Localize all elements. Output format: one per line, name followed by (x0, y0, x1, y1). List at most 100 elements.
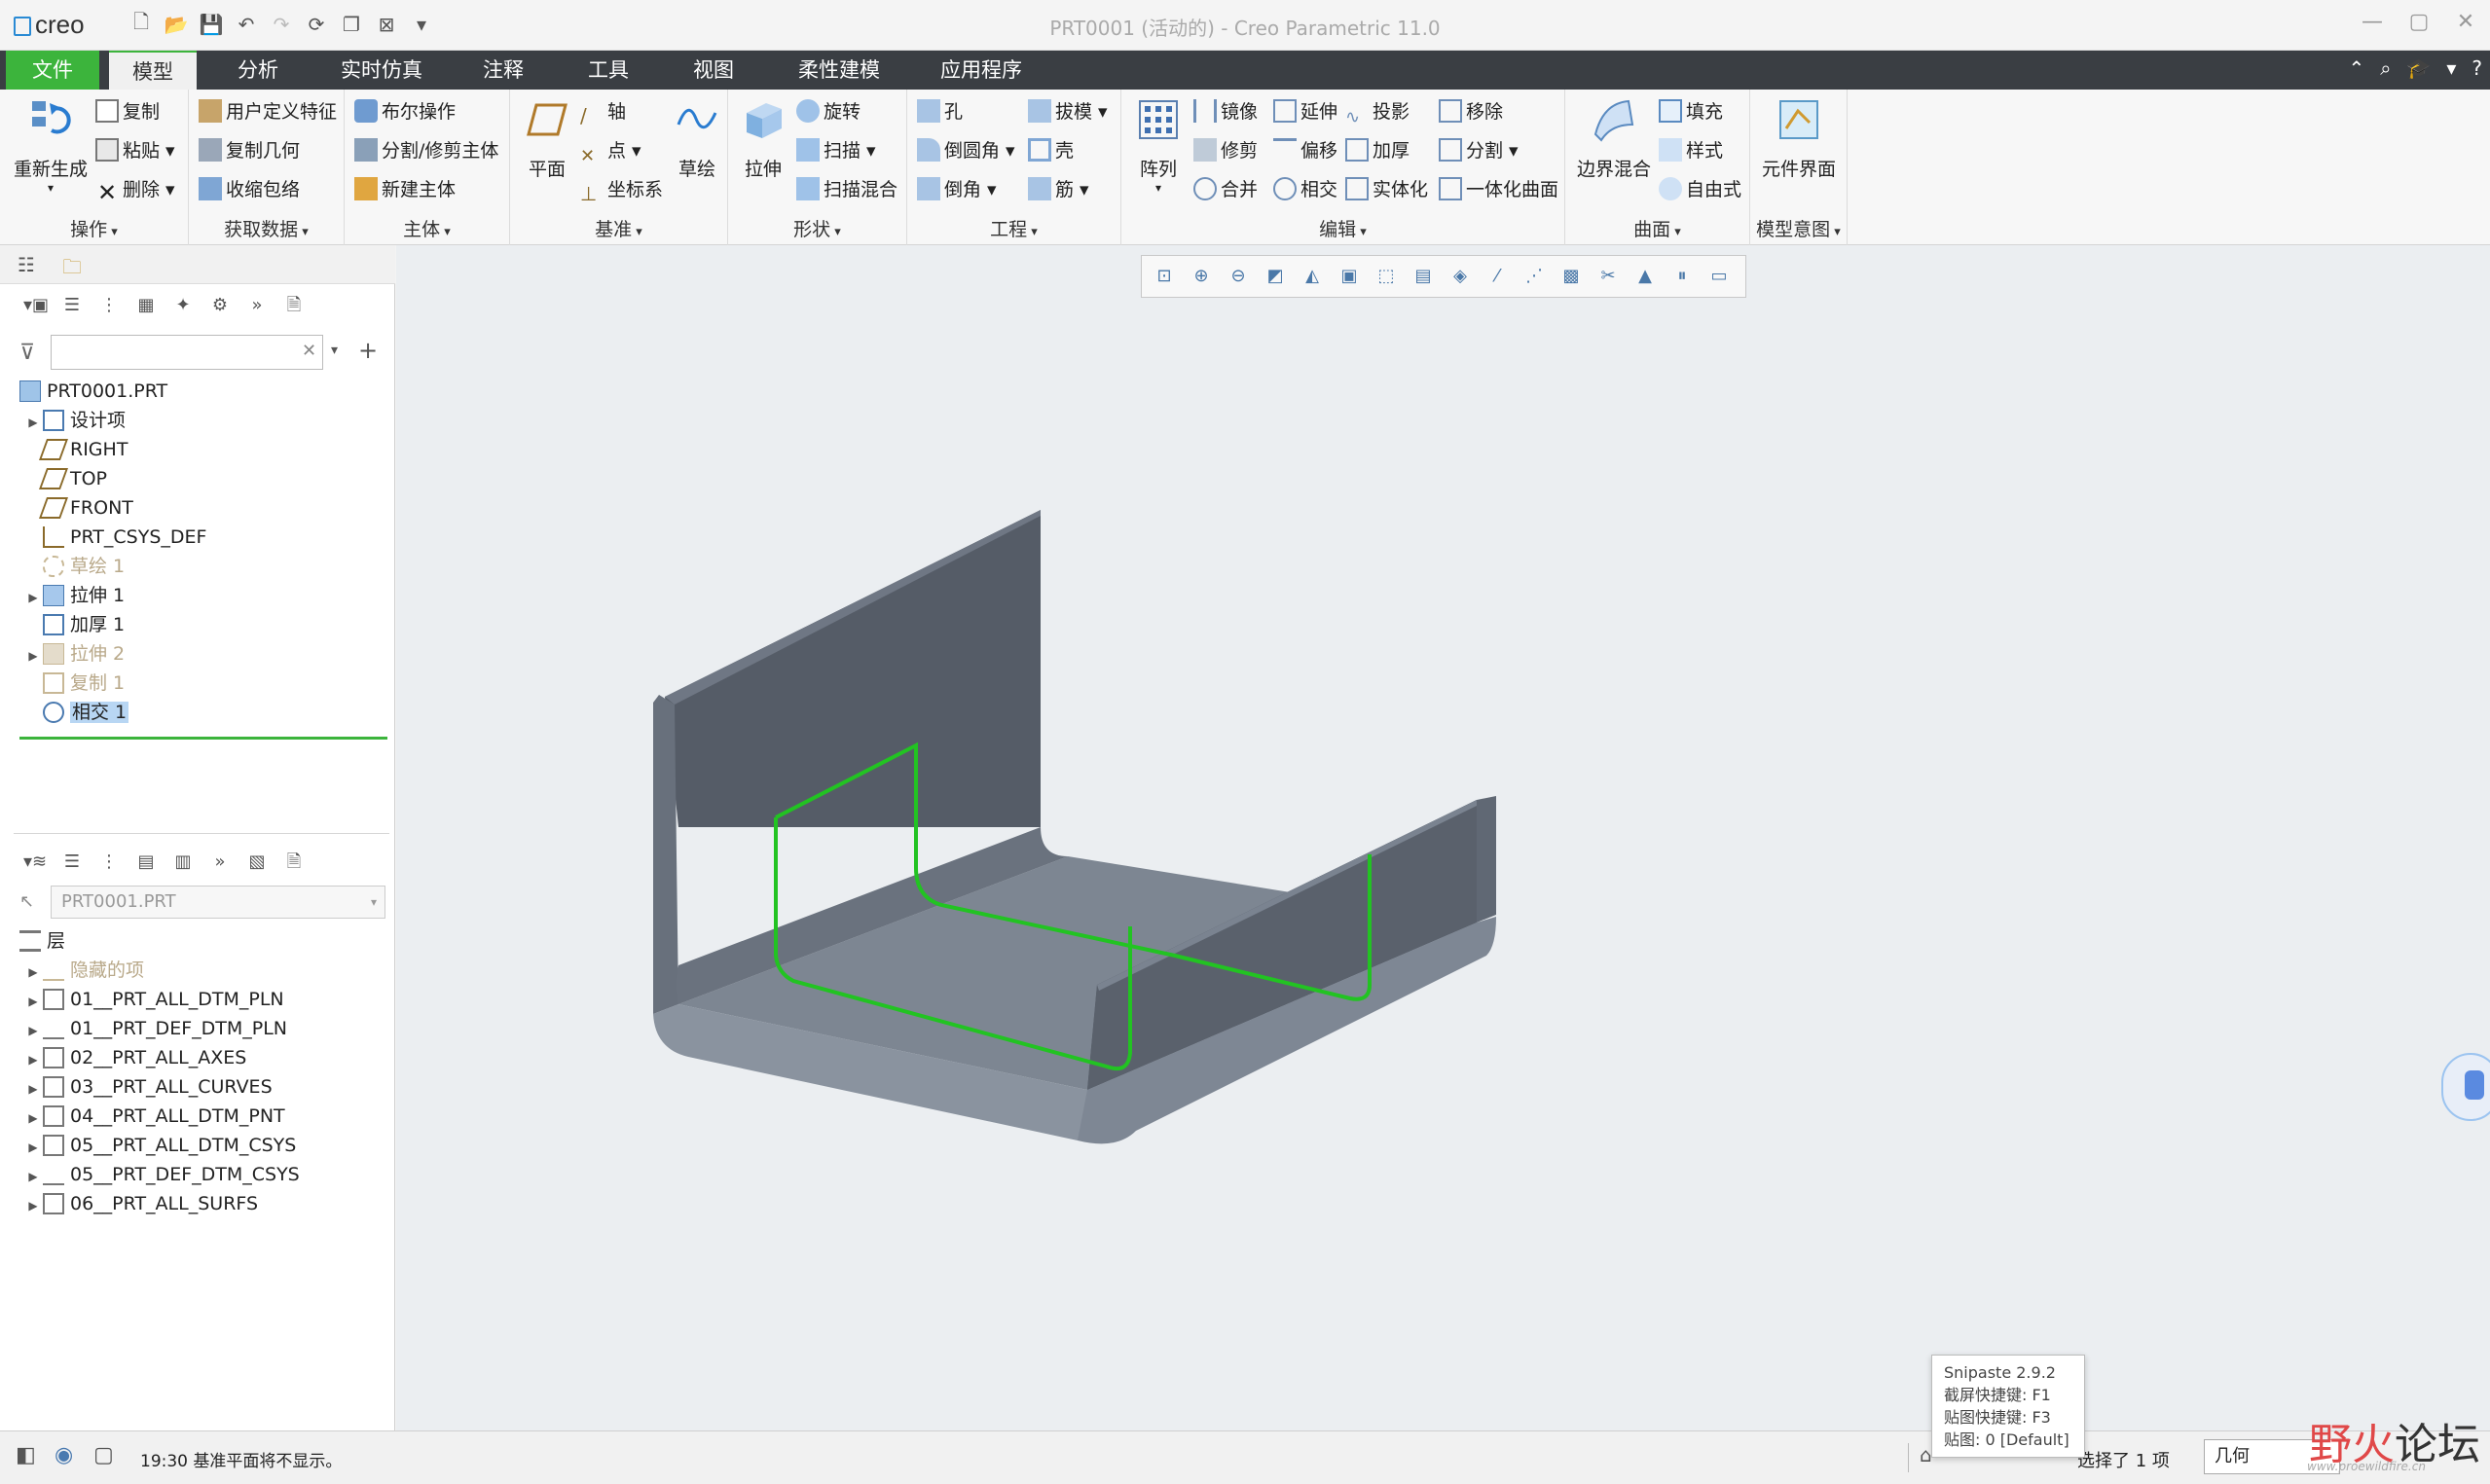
collapse-ribbon-icon[interactable]: ⌃ (2348, 56, 2364, 80)
tab-model[interactable]: 模型 (109, 51, 197, 90)
dropdown-icon[interactable]: ▾ (2446, 56, 2456, 80)
expand-arrow-icon[interactable]: ▶ (23, 583, 43, 612)
plane-button[interactable]: 平面 (518, 95, 576, 181)
expand-arrow-icon[interactable]: ▶ (23, 1162, 43, 1191)
offset-button[interactable]: 偏移 (1273, 134, 1337, 167)
pattern-button[interactable]: 阵列 ▾ (1129, 95, 1188, 195)
tree-item-right[interactable]: RIGHT (38, 435, 128, 464)
group-title-body[interactable]: 主体 (345, 215, 509, 241)
project-button[interactable]: ∿ 投影 (1345, 95, 1410, 128)
full-screen-icon[interactable]: ▢ (93, 1443, 114, 1467)
solidify-button[interactable]: 实体化 (1345, 173, 1428, 206)
search-icon[interactable]: ⌕ (2380, 56, 2391, 80)
csys-button[interactable]: ⊥ 坐标系 (580, 173, 663, 206)
group-title-engineering[interactable]: 工程 (907, 215, 1120, 241)
tree-root[interactable]: PRT0001.PRT (19, 377, 167, 406)
tree-item-top[interactable]: TOP (38, 464, 107, 493)
split-trim-body-button[interactable]: 分割/修剪主体 (354, 134, 498, 167)
rib-button[interactable]: 筋 ▾ (1028, 173, 1089, 206)
expand-arrow-icon[interactable]: ▶ (23, 408, 43, 437)
folder-browser-tab-icon[interactable]: 🗀 (62, 253, 82, 286)
toggle-navigator-icon[interactable]: ◧ (16, 1443, 36, 1467)
maximize-icon[interactable]: ▢ (2404, 8, 2434, 37)
axis-button[interactable]: / 轴 (580, 95, 626, 128)
shrinkwrap-button[interactable]: 收缩包络 (199, 173, 300, 206)
tree-item-extrude-1[interactable]: ▶ 拉伸 1 (23, 581, 125, 610)
udf-button[interactable]: 用户定义特征 (199, 95, 337, 128)
group-title-model-intent[interactable]: 模型意图 (1750, 215, 1847, 241)
shell-button[interactable]: 壳 (1028, 134, 1074, 167)
tab-live-simulation[interactable]: 实时仿真 (333, 51, 430, 90)
copy-geometry-button[interactable]: 复制几何 (199, 134, 300, 167)
tree-grid-icon[interactable]: ▦ (134, 294, 158, 317)
sketch-button[interactable]: 草绘 (670, 95, 724, 181)
layer-columns-icon[interactable]: ⋮ (97, 851, 121, 874)
tab-applications[interactable]: 应用程序 (933, 51, 1030, 90)
tab-tools[interactable]: 工具 (580, 51, 637, 90)
thicken-button[interactable]: 加厚 (1345, 134, 1410, 167)
mirror-button[interactable]: 镜像 (1193, 95, 1258, 128)
side-assistant-handle[interactable] (2441, 1053, 2490, 1121)
tree-notes-icon[interactable]: 🗎 (282, 294, 306, 317)
layer-item[interactable]: ▶ 06__PRT_ALL_SURFS (23, 1189, 258, 1218)
expand-arrow-icon[interactable]: ▶ (23, 641, 43, 670)
tree-settings-icon[interactable]: ⚙ (208, 294, 232, 317)
new-body-button[interactable]: 新建主体 (354, 173, 456, 206)
tree-columns-icon[interactable]: ⋮ (97, 294, 121, 317)
expand-arrow-icon[interactable]: ▶ (23, 987, 43, 1016)
layer-hidden-items[interactable]: ▶ 隐藏的项 (23, 956, 144, 985)
tree-item-csys[interactable]: PRT_CSYS_DEF (43, 523, 206, 552)
expand-arrow-icon[interactable]: ▶ (23, 1074, 43, 1104)
intersect-button[interactable]: 相交 (1273, 173, 1337, 206)
boundary-blend-button[interactable]: 边界混合 (1573, 95, 1655, 181)
browser-icon[interactable]: ◉ (55, 1443, 73, 1467)
group-title-surfaces[interactable]: 曲面 (1565, 215, 1749, 241)
freestyle-button[interactable]: 自由式 (1659, 173, 1741, 206)
group-title-get-data[interactable]: 获取数据 (189, 215, 344, 241)
tree-item-design-items[interactable]: ▶ 设计项 (23, 406, 126, 435)
graphics-window[interactable]: ⊡ ⊕ ⊖ ◩ ◭ ▣ ⬚ ▤ ◈ ⁄ ⋰ ▩ ✂ ▲ ⏸ ▭ (396, 245, 2490, 1430)
copy-button[interactable]: 复制 (95, 95, 160, 128)
layer-new-icon[interactable]: ▤ (134, 851, 158, 874)
insert-indicator[interactable] (19, 737, 387, 740)
remove-button[interactable]: 移除 (1439, 95, 1503, 128)
draft-button[interactable]: 拔模 ▾ (1028, 95, 1108, 128)
chamfer-button[interactable]: 倒角 ▾ (917, 173, 997, 206)
expand-arrow-icon[interactable]: ▶ (23, 1016, 43, 1045)
split-button[interactable]: 分割 ▾ (1439, 134, 1519, 167)
clear-search-icon[interactable]: ✕ (302, 341, 316, 361)
layer-item[interactable]: ▶ 03__PRT_ALL_CURVES (23, 1072, 273, 1102)
layer-model-select[interactable]: PRT0001.PRT ▾ (51, 886, 385, 919)
unify-surfaces-button[interactable]: 一体化曲面 (1439, 173, 1558, 206)
hole-button[interactable]: 孔 (917, 95, 963, 128)
add-filter-icon[interactable]: + (358, 337, 378, 364)
tab-analysis[interactable]: 分析 (230, 51, 286, 90)
layer-rules-icon[interactable]: ▧ (245, 851, 269, 874)
point-button[interactable]: ✕ 点 ▾ (580, 134, 641, 167)
boolean-button[interactable]: 布尔操作 (354, 95, 456, 128)
layer-item[interactable]: ▶ 04__PRT_ALL_DTM_PNT (23, 1102, 285, 1131)
layers-display-icon[interactable]: ▾≋ (23, 851, 47, 874)
round-button[interactable]: 倒圆角 ▾ (917, 134, 1015, 167)
close-icon[interactable]: ✕ (2451, 8, 2480, 37)
layer-item[interactable]: ▶ 05__PRT_ALL_DTM_CSYS (23, 1131, 296, 1160)
expand-arrow-icon[interactable]: ▶ (23, 1133, 43, 1162)
learning-icon[interactable]: 🎓 (2406, 56, 2431, 80)
tree-search-input[interactable] (51, 335, 323, 370)
tab-view[interactable]: 视图 (685, 51, 742, 90)
tree-item-extrude-2[interactable]: ▶ 拉伸 2 (23, 639, 125, 669)
expand-arrow-icon[interactable]: ▶ (23, 1191, 43, 1220)
fill-button[interactable]: 填充 (1659, 95, 1723, 128)
layer-item[interactable]: ▶ 05__PRT_DEF_DTM_CSYS (23, 1160, 300, 1189)
tree-display-icon[interactable]: ▾▣ (23, 294, 49, 317)
tab-file[interactable]: 文件 (6, 51, 99, 90)
layer-props-icon[interactable]: ▥ (171, 851, 195, 874)
expand-arrow-icon[interactable]: ▶ (23, 1045, 43, 1074)
model-tree-tab-icon[interactable]: ☷ (18, 253, 35, 276)
group-title-datum[interactable]: 基准 (510, 215, 727, 241)
expand-arrow-icon[interactable]: ▶ (23, 958, 43, 987)
more-icon[interactable]: » (245, 294, 269, 317)
group-title-operations[interactable]: 操作 (0, 215, 188, 241)
revolve-button[interactable]: 旋转 (796, 95, 861, 128)
group-title-shapes[interactable]: 形状 (728, 215, 906, 241)
